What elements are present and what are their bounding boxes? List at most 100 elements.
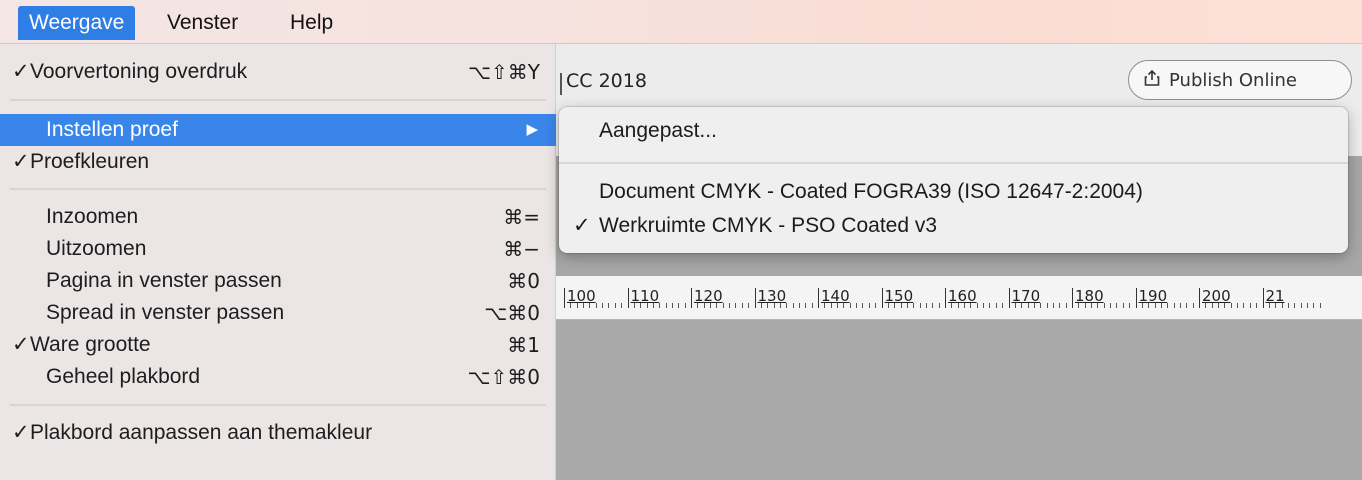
ruler-minor-tick bbox=[1059, 303, 1061, 308]
menu-weergave[interactable]: Weergave bbox=[18, 6, 136, 40]
submenu-item-label: Document CMYK - Coated FOGRA39 (ISO 1264… bbox=[599, 180, 1143, 203]
menu-item-shortcut: ⌥⌘0 bbox=[484, 301, 540, 325]
ruler-minor-tick bbox=[640, 303, 642, 308]
ruler-minor-tick bbox=[1192, 303, 1194, 308]
ruler-minor-tick bbox=[925, 303, 927, 308]
ruler-minor-tick bbox=[1033, 303, 1035, 308]
ruler-minor-tick bbox=[989, 303, 991, 308]
ruler-major-tick bbox=[945, 288, 946, 308]
menu-item-geheel-plakbord[interactable]: Geheel plakbord ⌥⇧⌘0 bbox=[0, 361, 556, 393]
ruler-minor-tick bbox=[1179, 303, 1181, 308]
ruler-minor-tick bbox=[1084, 303, 1086, 308]
ruler-minor-tick bbox=[1148, 303, 1150, 308]
ruler-minor-tick bbox=[767, 303, 769, 308]
menu-item-label: Ware grootte bbox=[30, 333, 151, 356]
checkmark-icon: ✓ bbox=[12, 333, 30, 356]
ruler-minor-tick bbox=[1040, 303, 1042, 308]
ruler-minor-tick bbox=[697, 303, 699, 308]
ruler-minor-tick bbox=[1167, 303, 1169, 308]
menu-item-label: Uitzoomen bbox=[46, 237, 147, 260]
publish-online-label: Publish Online bbox=[1169, 69, 1297, 91]
ruler-minor-tick bbox=[1319, 303, 1321, 308]
menu-item-uitzoomen[interactable]: Uitzoomen ⌘− bbox=[0, 233, 556, 265]
ruler-major-tick bbox=[1072, 288, 1073, 308]
ruler-minor-tick bbox=[1211, 303, 1213, 308]
submenu-item-label: Aangepast... bbox=[599, 119, 717, 142]
ruler-minor-tick bbox=[906, 303, 908, 308]
menu-item-shortcut: ⌘0 bbox=[507, 269, 540, 293]
ruler-minor-tick bbox=[1287, 303, 1289, 308]
app-title: CC 2018 bbox=[566, 70, 647, 92]
menu-item-voorvertoning-overdruk[interactable]: ✓ Voorvertoning overdruk ⌥⇧⌘Y bbox=[0, 56, 556, 88]
submenu-separator bbox=[559, 162, 1348, 164]
ruler-minor-tick bbox=[1002, 303, 1004, 308]
menu-item-proefkleuren[interactable]: ✓ Proefkleuren bbox=[0, 146, 556, 178]
pasteboard[interactable] bbox=[556, 320, 1362, 480]
menu-item-ware-grootte[interactable]: ✓ Ware grootte ⌘1 bbox=[0, 329, 556, 361]
ruler-minor-tick bbox=[659, 303, 661, 308]
ruler-minor-tick bbox=[913, 303, 915, 308]
ruler-minor-tick bbox=[1154, 303, 1156, 308]
ruler-minor-tick bbox=[1294, 303, 1296, 308]
ruler-minor-tick bbox=[576, 303, 578, 308]
checkmark-icon: ✓ bbox=[573, 214, 591, 237]
ruler-minor-tick bbox=[1224, 303, 1226, 308]
ruler-minor-tick bbox=[671, 303, 673, 308]
menu-item-label: Spread in venster passen bbox=[46, 301, 285, 324]
ruler-minor-tick bbox=[595, 303, 597, 308]
ruler-major-tick bbox=[1199, 288, 1200, 308]
menu-item-label: Pagina in venster passen bbox=[46, 269, 282, 292]
ruler-minor-tick bbox=[849, 303, 851, 308]
menu-item-shortcut: ⌘1 bbox=[507, 333, 540, 357]
ruler-minor-tick bbox=[811, 303, 813, 308]
menu-item-plakbord-aanpassen[interactable]: ✓ Plakbord aanpassen aan themakleur bbox=[0, 417, 556, 449]
ruler-minor-tick bbox=[1249, 303, 1251, 308]
ruler-minor-tick bbox=[1116, 303, 1118, 308]
ruler-minor-tick bbox=[1129, 303, 1131, 308]
menu-item-pagina-in-venster-passen[interactable]: Pagina in venster passen ⌘0 bbox=[0, 265, 556, 297]
ruler-minor-tick bbox=[741, 303, 743, 308]
ruler-minor-tick bbox=[964, 303, 966, 308]
menu-item-instellen-proef[interactable]: Instellen proef ▶ bbox=[0, 114, 556, 146]
submenu-item-label: Werkruimte CMYK - PSO Coated v3 bbox=[599, 214, 938, 237]
ruler-minor-tick bbox=[602, 303, 604, 308]
ruler-minor-tick bbox=[1046, 303, 1048, 308]
ruler-minor-tick bbox=[614, 303, 616, 308]
ruler-minor-tick bbox=[932, 303, 934, 308]
ruler-minor-tick bbox=[862, 303, 864, 308]
ruler-minor-tick bbox=[1218, 303, 1220, 308]
ruler-minor-tick bbox=[633, 303, 635, 308]
menu-item-shortcut: ⌘= bbox=[503, 205, 540, 229]
ruler-minor-tick bbox=[1091, 303, 1093, 308]
ruler-minor-tick bbox=[1256, 303, 1258, 308]
ruler-minor-tick bbox=[875, 303, 877, 308]
menu-item-shortcut: ⌥⇧⌘Y bbox=[467, 60, 540, 84]
ruler-minor-tick bbox=[843, 303, 845, 308]
menu-venster[interactable]: Venster bbox=[156, 6, 249, 40]
publish-online-button[interactable]: Publish Online bbox=[1128, 60, 1352, 100]
menu-item-label: Proefkleuren bbox=[30, 150, 150, 173]
submenu-item-document-cmyk[interactable]: Document CMYK - Coated FOGRA39 (ISO 1264… bbox=[559, 174, 1348, 210]
submenu-item-aangepast[interactable]: Aangepast... bbox=[559, 113, 1348, 149]
ruler-minor-tick bbox=[760, 303, 762, 308]
menu-item-inzoomen[interactable]: Inzoomen ⌘= bbox=[0, 201, 556, 233]
menu-item-spread-in-venster-passen[interactable]: Spread in venster passen ⌥⌘0 bbox=[0, 297, 556, 329]
ruler-minor-tick bbox=[621, 303, 623, 308]
menu-help[interactable]: Help bbox=[279, 6, 344, 40]
ruler-minor-tick bbox=[1268, 303, 1270, 308]
ruler-major-tick bbox=[1008, 288, 1010, 308]
submenu-item-werkruimte-cmyk[interactable]: ✓ Werkruimte CMYK - PSO Coated v3 bbox=[559, 208, 1348, 244]
ruler-minor-tick bbox=[894, 303, 896, 308]
ruler-minor-tick bbox=[938, 303, 940, 308]
ruler-minor-tick bbox=[678, 303, 680, 308]
horizontal-ruler[interactable]: 100 110 120 130 140 150 160 170 180 190 200 21 bbox=[556, 276, 1362, 320]
ruler-minor-tick bbox=[729, 303, 731, 308]
ruler-minor-tick bbox=[1122, 303, 1124, 308]
ruler-minor-tick bbox=[1237, 303, 1239, 308]
weergave-dropdown-menu: ✓ Voorvertoning overdruk ⌥⇧⌘Y Instellen … bbox=[0, 44, 556, 480]
ruler-minor-tick bbox=[1141, 303, 1143, 308]
ruler-minor-tick bbox=[1097, 303, 1099, 308]
ruler-major-tick bbox=[818, 288, 819, 308]
ruler-minor-tick bbox=[1065, 303, 1067, 308]
ruler-major-tick bbox=[881, 288, 883, 308]
